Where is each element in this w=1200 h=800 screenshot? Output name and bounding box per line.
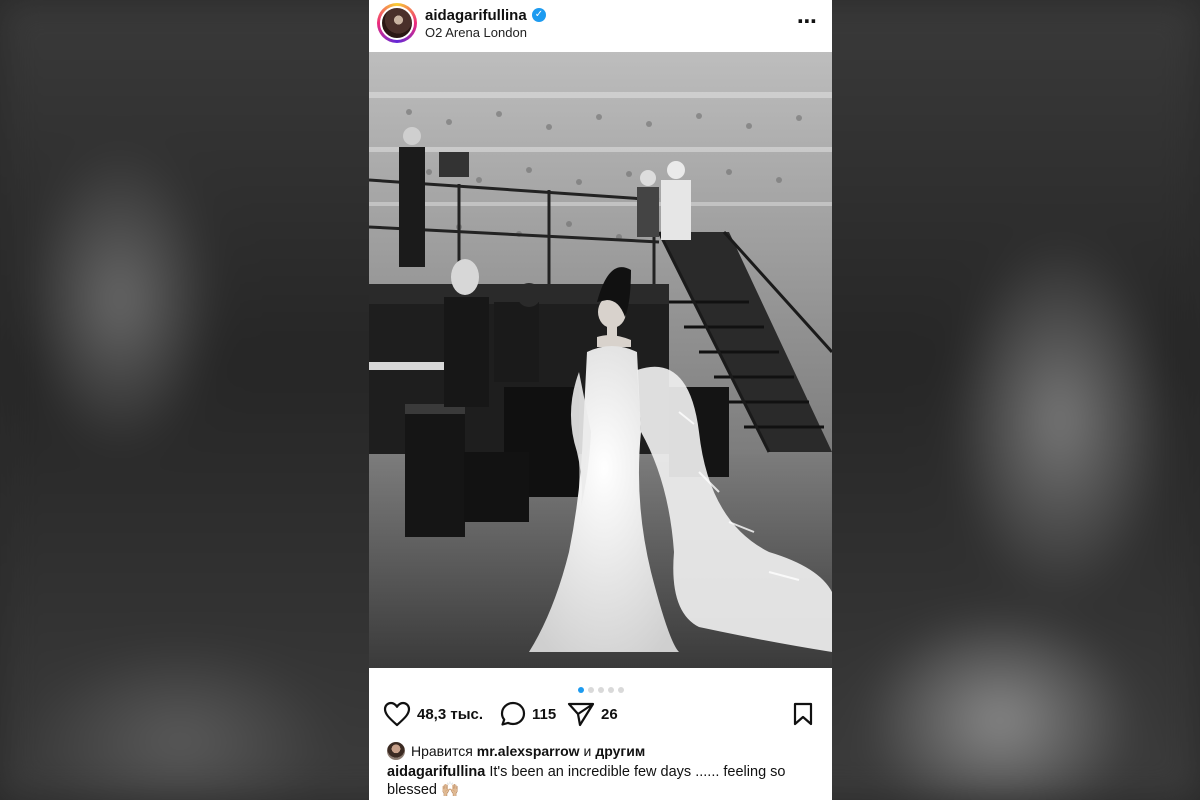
verified-badge-icon: ✓: [532, 8, 546, 22]
liked-by-line[interactable]: Нравится mr.alexsparrow и другим: [387, 741, 649, 761]
story-ring[interactable]: [377, 3, 417, 43]
action-bar: 48,3 тыс. 115 26: [369, 697, 832, 731]
caption-username[interactable]: aidagarifullina: [387, 764, 485, 780]
post-username[interactable]: aidagarifullina: [425, 7, 527, 24]
heart-icon: [383, 701, 411, 727]
comment-button[interactable]: 115: [500, 697, 556, 731]
photo-illustration: [369, 52, 832, 668]
bookmark-icon: [793, 702, 813, 726]
more-options-icon[interactable]: ⋯: [797, 12, 817, 32]
shares-count[interactable]: 26: [601, 706, 618, 723]
carousel-dot: [597, 687, 604, 693]
liked-by-joiner: и: [583, 743, 592, 759]
liker-avatar[interactable]: [387, 742, 405, 760]
avatar[interactable]: [380, 6, 414, 40]
liked-by-prefix: Нравится: [411, 743, 473, 759]
comments-count[interactable]: 115: [532, 706, 556, 723]
carousel-indicator: [369, 680, 832, 693]
send-icon: [567, 702, 595, 727]
carousel-dot: [587, 687, 594, 693]
liker-username[interactable]: mr.alexsparrow: [477, 743, 580, 759]
comment-icon: [500, 701, 526, 726]
post-caption: aidagarifullina It's been an incredible f…: [387, 763, 817, 799]
post-location[interactable]: O2 Arena London: [425, 25, 527, 40]
liked-by-others[interactable]: другим: [595, 743, 645, 759]
post-header: aidagarifullina ✓ O2 Arena London ⋯: [369, 0, 832, 52]
instagram-post: aidagarifullina ✓ O2 Arena London ⋯ 48,3…: [369, 0, 832, 800]
carousel-dot: [617, 687, 624, 693]
likes-count[interactable]: 48,3 тыс.: [417, 706, 483, 723]
save-button[interactable]: [792, 697, 814, 731]
carousel-dot-active: [577, 687, 584, 693]
carousel-dot: [607, 687, 614, 693]
share-button[interactable]: 26: [567, 697, 618, 731]
like-button[interactable]: 48,3 тыс.: [383, 697, 483, 731]
post-photo[interactable]: [369, 52, 832, 668]
